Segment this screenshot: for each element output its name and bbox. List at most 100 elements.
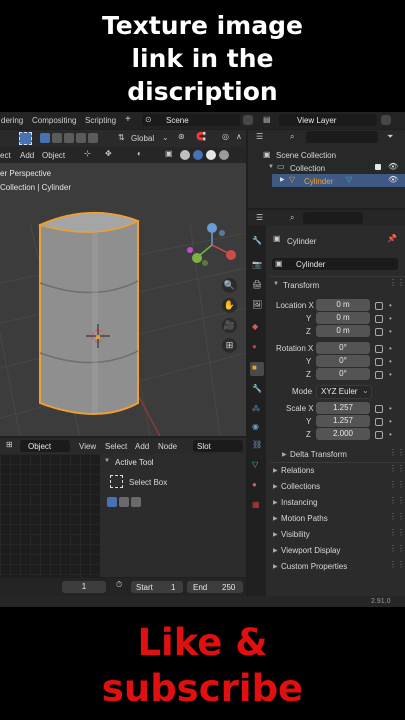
scene-selector[interactable]: ⊙ Scene (142, 114, 240, 126)
overlay-icon[interactable]: ◐ (137, 149, 142, 158)
scale-y-field[interactable]: 1.257 (316, 415, 370, 427)
keyframe-rot-x-icon[interactable]: • (389, 344, 392, 353)
grid-view-icon[interactable]: ⊞ (222, 338, 237, 353)
material-shading-icon[interactable] (206, 150, 216, 160)
transform-panel-title[interactable]: Transform (283, 281, 319, 290)
texture-tab-icon[interactable]: ▦ (252, 500, 260, 509)
keyframe-scale-y-icon[interactable]: • (389, 417, 392, 426)
drag-handle-icon[interactable]: ⋮⋮ (389, 480, 405, 489)
object-datablock-field[interactable]: ▣ Cylinder (272, 258, 398, 270)
slot-dropdown[interactable]: Slot (193, 440, 243, 452)
lock-rotation-x-icon[interactable] (375, 345, 383, 353)
rotation-y-field[interactable]: 0° (316, 355, 370, 367)
menu-add[interactable]: Add (20, 151, 34, 160)
lock-scale-z-icon[interactable] (375, 431, 383, 439)
output-tab-icon[interactable]: 🖨 (252, 280, 262, 289)
drag-handle-icon[interactable]: ⋮⋮ (389, 544, 405, 553)
keyframe-scale-x-icon[interactable]: • (389, 404, 392, 413)
lock-scale-y-icon[interactable] (375, 418, 383, 426)
scene-tab-icon[interactable]: ◆ (252, 322, 258, 331)
particles-tab-icon[interactable]: ⁂ (252, 404, 260, 413)
mode-extend-icon[interactable] (52, 133, 62, 143)
section-expand-icon[interactable]: ▶ (273, 499, 278, 506)
object-tab-icon[interactable]: ■ (252, 363, 257, 372)
view-layer-selector[interactable]: View Layer (279, 114, 377, 126)
section-expand-icon[interactable]: ▶ (273, 547, 278, 554)
pivot-icon[interactable]: ⊛ (178, 132, 185, 141)
section-viewport-display[interactable]: Viewport Display (281, 546, 340, 555)
render-tab-icon[interactable]: 📷 (252, 260, 262, 269)
select-box-icon[interactable] (19, 132, 32, 145)
menu-select-2[interactable]: Select (105, 442, 127, 451)
new-view-layer-icon[interactable] (381, 115, 391, 125)
drag-handle-icon[interactable]: ⋮⋮ (389, 512, 405, 521)
world-tab-icon[interactable]: ● (252, 342, 257, 351)
lock-location-z-icon[interactable] (375, 328, 383, 336)
filter-icon[interactable]: ⏷ (387, 132, 393, 142)
mode-new-icon[interactable] (40, 133, 50, 143)
keyframe-loc-x-icon[interactable]: • (389, 301, 392, 310)
delta-transform-subpanel[interactable]: Delta Transform (290, 450, 347, 459)
navigation-gizmo[interactable] (187, 223, 236, 266)
section-instancing[interactable]: Instancing (281, 498, 317, 507)
tool-mode-new-icon[interactable] (107, 497, 117, 507)
camera-icon[interactable]: 🎥 (222, 318, 237, 333)
end-frame-field[interactable]: End 250 (187, 581, 243, 593)
keyframe-rot-z-icon[interactable]: • (389, 370, 392, 379)
section-expand-icon[interactable]: ▶ (273, 531, 278, 538)
scale-x-field[interactable]: 1.257 (316, 402, 370, 414)
keyframe-scale-z-icon[interactable]: • (389, 430, 392, 439)
location-y-field[interactable]: 0 m (316, 312, 370, 324)
menu-select[interactable]: ect (0, 151, 11, 160)
mode-intersect-icon[interactable] (88, 133, 98, 143)
falloff-icon[interactable]: ∧ (236, 132, 242, 141)
mode-subtract-icon[interactable] (64, 133, 74, 143)
keyframe-loc-z-icon[interactable]: • (389, 327, 392, 336)
tab-compositing[interactable]: Compositing (32, 116, 76, 125)
tab-scripting[interactable]: Scripting (85, 116, 116, 125)
data-tab-icon[interactable]: ▽ (252, 460, 258, 469)
expand-cylinder-icon[interactable]: ▶ (280, 176, 285, 183)
cylinder-visibility-eye-icon[interactable]: 👁 (388, 175, 398, 184)
wireframe-shading-icon[interactable] (180, 150, 190, 160)
constraints-tab-icon[interactable]: ⛓ (252, 440, 262, 449)
outliner-scene-collection[interactable]: Scene Collection (276, 151, 336, 160)
section-collections[interactable]: Collections (281, 482, 320, 491)
tab-rendering[interactable]: dering (1, 116, 23, 125)
delta-drag-handle-icon[interactable]: ⋮⋮ (389, 448, 405, 457)
lock-location-x-icon[interactable] (375, 302, 383, 310)
pan-hand-icon[interactable]: ✋ (222, 298, 237, 313)
new-scene-icon[interactable] (243, 115, 253, 125)
solid-shading-icon[interactable] (193, 150, 203, 160)
section-expand-icon[interactable]: ▶ (273, 563, 278, 570)
menu-object[interactable]: Object (42, 151, 65, 160)
outliner-collection[interactable]: Collection (290, 164, 325, 173)
pin-icon[interactable]: 📌 (387, 234, 397, 243)
orientation-dropdown[interactable]: Global (131, 134, 154, 143)
rendered-shading-icon[interactable] (219, 150, 229, 160)
outliner-display-mode-icon[interactable]: ☰ (256, 132, 263, 141)
lock-rotation-z-icon[interactable] (375, 371, 383, 379)
current-frame-field[interactable]: 1 (62, 581, 106, 593)
material-tab-icon[interactable]: ● (252, 480, 257, 489)
view-layer-tab-icon[interactable]: 🖼 (252, 300, 262, 309)
menu-view[interactable]: View (79, 442, 96, 451)
include-checkbox-icon[interactable] (375, 164, 381, 170)
lock-rotation-y-icon[interactable] (375, 358, 383, 366)
object-mode-dropdown[interactable]: Object (20, 440, 70, 452)
transform-collapse-icon[interactable]: ▼ (273, 281, 279, 287)
keyframe-rot-y-icon[interactable]: • (389, 357, 392, 366)
mode-invert-icon[interactable] (76, 133, 86, 143)
tool-mode-subtract-icon[interactable] (131, 497, 141, 507)
add-workspace-button[interactable]: + (125, 114, 131, 125)
properties-search-input[interactable] (303, 212, 363, 224)
drag-handle-icon[interactable]: ⋮⋮ (389, 560, 405, 569)
menu-node[interactable]: Node (158, 442, 177, 451)
section-motion-paths[interactable]: Motion Paths (281, 514, 328, 523)
physics-tab-icon[interactable]: ◉ (252, 422, 259, 431)
tool-mode-extend-icon[interactable] (119, 497, 129, 507)
section-expand-icon[interactable]: ▶ (273, 483, 278, 490)
rotation-mode-dropdown[interactable]: XYZ Euler ⌄ (316, 385, 372, 399)
location-x-field[interactable]: 0 m (316, 299, 370, 311)
select-box-tool-icon[interactable] (110, 475, 123, 488)
